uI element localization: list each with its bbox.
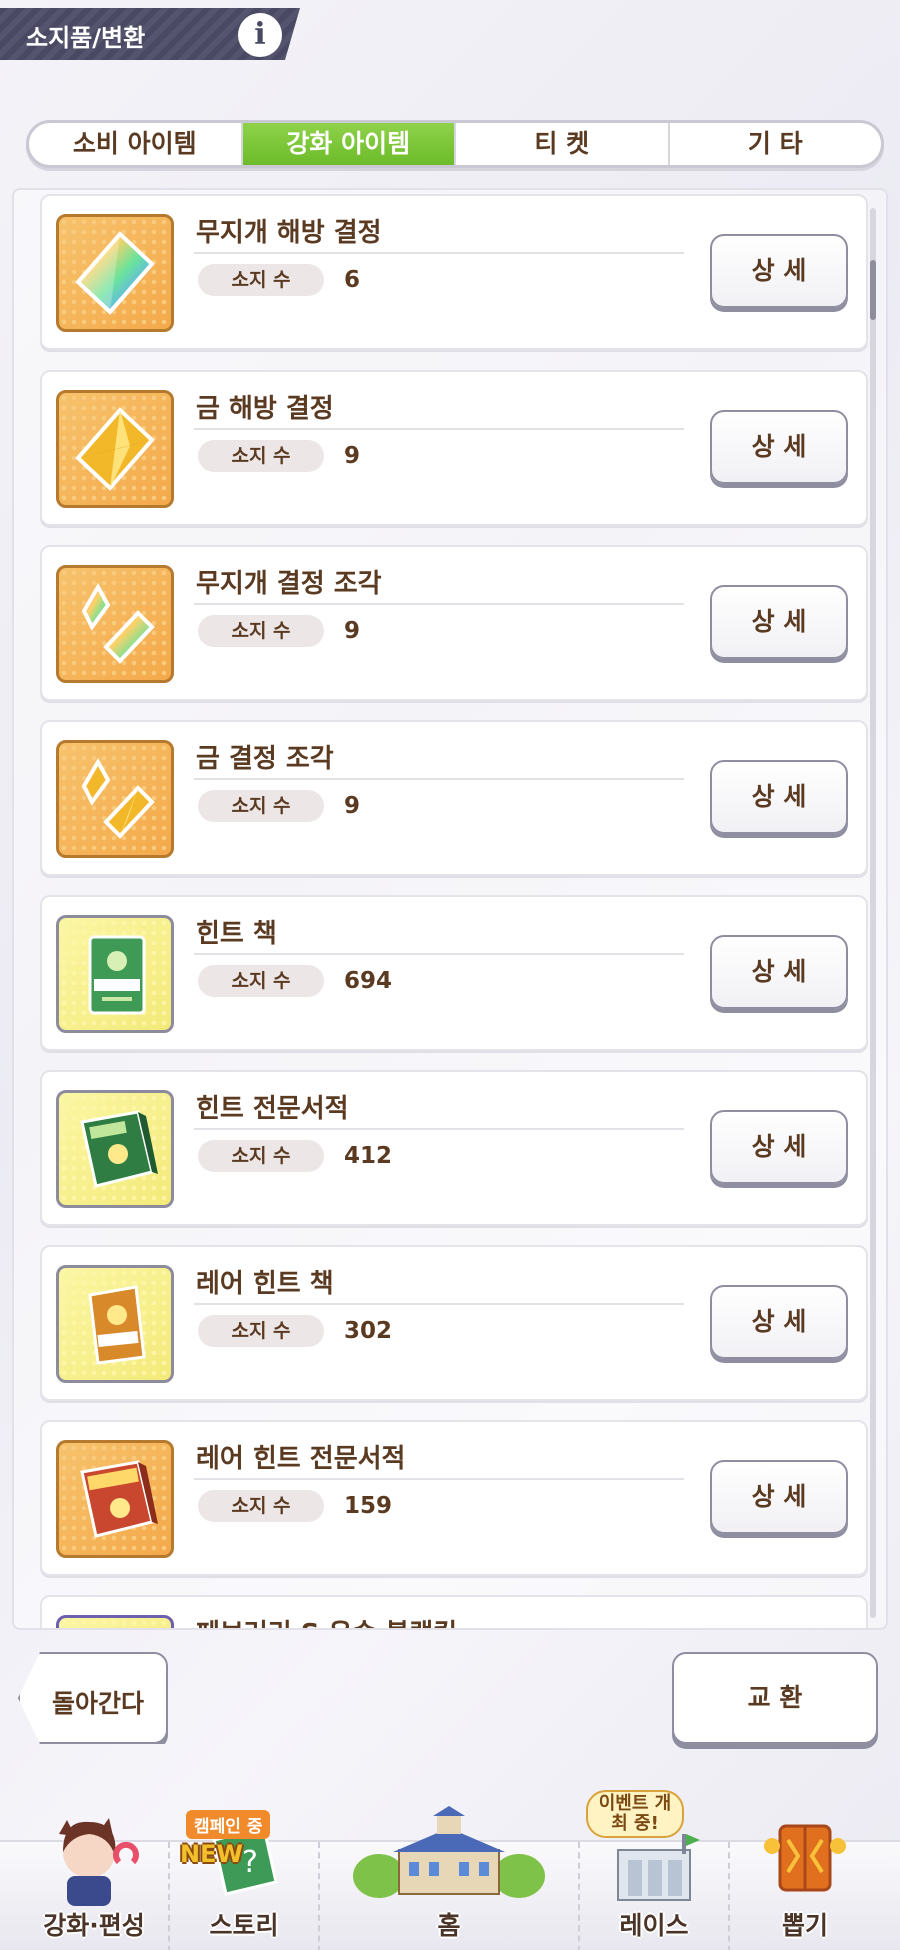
rare-hint-book-icon [56, 1265, 174, 1383]
list-item: 힌트 책 소지 수 694 상 세 [40, 895, 868, 1051]
item-name: 힌트 전문서적 [196, 1088, 349, 1125]
item-name: 무지개 결정 조각 [196, 563, 382, 600]
divider [194, 428, 684, 430]
tab-consumable[interactable]: 소비 아이템 [29, 123, 243, 165]
qty-label: 소지 수 [198, 615, 324, 647]
nav-label: 레이스 [580, 1906, 728, 1942]
item-name: 무지개 해방 결정 [196, 212, 382, 249]
qty-value: 412 [344, 1140, 392, 1172]
campaign-badge: 캠페인 중 [186, 1810, 270, 1839]
back-button[interactable]: 돌아간다 [18, 1652, 168, 1744]
nav-gacha[interactable]: 뽑기 [730, 1842, 880, 1950]
divider [194, 1128, 684, 1130]
scrollbar-thumb[interactable] [870, 260, 876, 320]
list-item: 페브러리 S 우승 블랭킷 [40, 1595, 868, 1630]
qty-value: 6 [344, 264, 360, 296]
tab-other[interactable]: 기 타 [670, 123, 882, 165]
item-name: 금 해방 결정 [196, 388, 334, 425]
qty-value: 302 [344, 1315, 392, 1347]
back-button-label: 돌아간다 [52, 1684, 144, 1720]
hint-book-icon [56, 915, 174, 1033]
rainbow-shard-icon [56, 565, 174, 683]
nav-label: 강화·편성 [20, 1906, 168, 1942]
divider [194, 778, 684, 780]
qty-label: 소지 수 [198, 264, 324, 296]
list-item: 금 결정 조각 소지 수 9 상 세 [40, 720, 868, 876]
qty-label: 소지 수 [198, 965, 324, 997]
gold-crystal-icon [56, 390, 174, 508]
school-building-icon [349, 1806, 549, 1906]
divider [194, 1303, 684, 1305]
detail-button[interactable]: 상 세 [710, 234, 848, 308]
tab-ticket[interactable]: 티 켓 [456, 123, 670, 165]
qty-label: 소지 수 [198, 1140, 324, 1172]
nav-label: 홈 [320, 1906, 578, 1942]
qty-value: 159 [344, 1490, 392, 1522]
rainbow-crystal-icon [56, 214, 174, 332]
nav-home[interactable]: 홈 [320, 1842, 580, 1950]
qty-value: 9 [344, 790, 360, 822]
nav-enhance[interactable]: 강화·편성 [20, 1842, 170, 1950]
divider [194, 252, 684, 254]
list-item: 무지개 결정 조각 소지 수 9 상 세 [40, 545, 868, 701]
blanket-icon [56, 1615, 174, 1630]
qty-label: 소지 수 [198, 440, 324, 472]
detail-button[interactable]: 상 세 [710, 760, 848, 834]
gacha-door-icon [760, 1816, 850, 1906]
race-gate-icon [604, 1828, 704, 1908]
qty-value: 9 [344, 440, 360, 472]
detail-button[interactable]: 상 세 [710, 935, 848, 1009]
detail-button[interactable]: 상 세 [710, 1460, 848, 1534]
item-list[interactable]: 무지개 해방 결정 소지 수 6 상 세 금 해방 결정 소지 수 9 상 세 … [12, 188, 888, 1630]
list-item: 레어 힌트 책 소지 수 302 상 세 [40, 1245, 868, 1401]
item-name: 힌트 책 [196, 913, 277, 950]
divider [194, 953, 684, 955]
list-item: 무지개 해방 결정 소지 수 6 상 세 [40, 194, 868, 350]
bottom-nav: 강화·편성 ? 캠페인 중 NEW 스토리 홈 이벤트 개최 중! 레이스 뽑 [0, 1840, 900, 1950]
list-item: 금 해방 결정 소지 수 9 상 세 [40, 370, 868, 526]
qty-label: 소지 수 [198, 790, 324, 822]
tab-enhancement[interactable]: 강화 아이템 [243, 123, 457, 165]
detail-button[interactable]: 상 세 [710, 585, 848, 659]
item-name: 레어 힌트 전문서적 [196, 1438, 405, 1475]
nav-label: 뽑기 [730, 1906, 880, 1942]
divider [194, 1478, 684, 1480]
character-icon [49, 1812, 139, 1912]
new-badge: NEW [172, 1838, 251, 1870]
item-name: 금 결정 조각 [196, 738, 334, 775]
category-tabs: 소비 아이템 강화 아이템 티 켓 기 타 [26, 120, 884, 168]
list-item: 힌트 전문서적 소지 수 412 상 세 [40, 1070, 868, 1226]
qty-value: 694 [344, 965, 392, 997]
nav-race[interactable]: 이벤트 개최 중! 레이스 [580, 1842, 730, 1950]
divider [194, 603, 684, 605]
qty-label: 소지 수 [198, 1490, 324, 1522]
item-name: 페브러리 S 우승 블랭킷 [196, 1613, 457, 1630]
event-badge: 이벤트 개최 중! [586, 1790, 684, 1838]
detail-button[interactable]: 상 세 [710, 1285, 848, 1359]
item-name: 레어 힌트 책 [196, 1263, 334, 1300]
detail-button[interactable]: 상 세 [710, 410, 848, 484]
gold-shard-icon [56, 740, 174, 858]
detail-button[interactable]: 상 세 [710, 1110, 848, 1184]
scrollbar[interactable] [870, 208, 876, 1618]
qty-value: 9 [344, 615, 360, 647]
nav-story[interactable]: ? 캠페인 중 NEW 스토리 [170, 1842, 320, 1950]
exchange-button[interactable]: 교 환 [672, 1652, 878, 1744]
rare-hint-pro-book-icon [56, 1440, 174, 1558]
info-icon[interactable]: i [238, 13, 282, 57]
list-item: 레어 힌트 전문서적 소지 수 159 상 세 [40, 1420, 868, 1576]
page-title: 소지품/변환 [26, 18, 145, 53]
nav-label: 스토리 [170, 1906, 318, 1942]
hint-pro-book-icon [56, 1090, 174, 1208]
qty-label: 소지 수 [198, 1315, 324, 1347]
